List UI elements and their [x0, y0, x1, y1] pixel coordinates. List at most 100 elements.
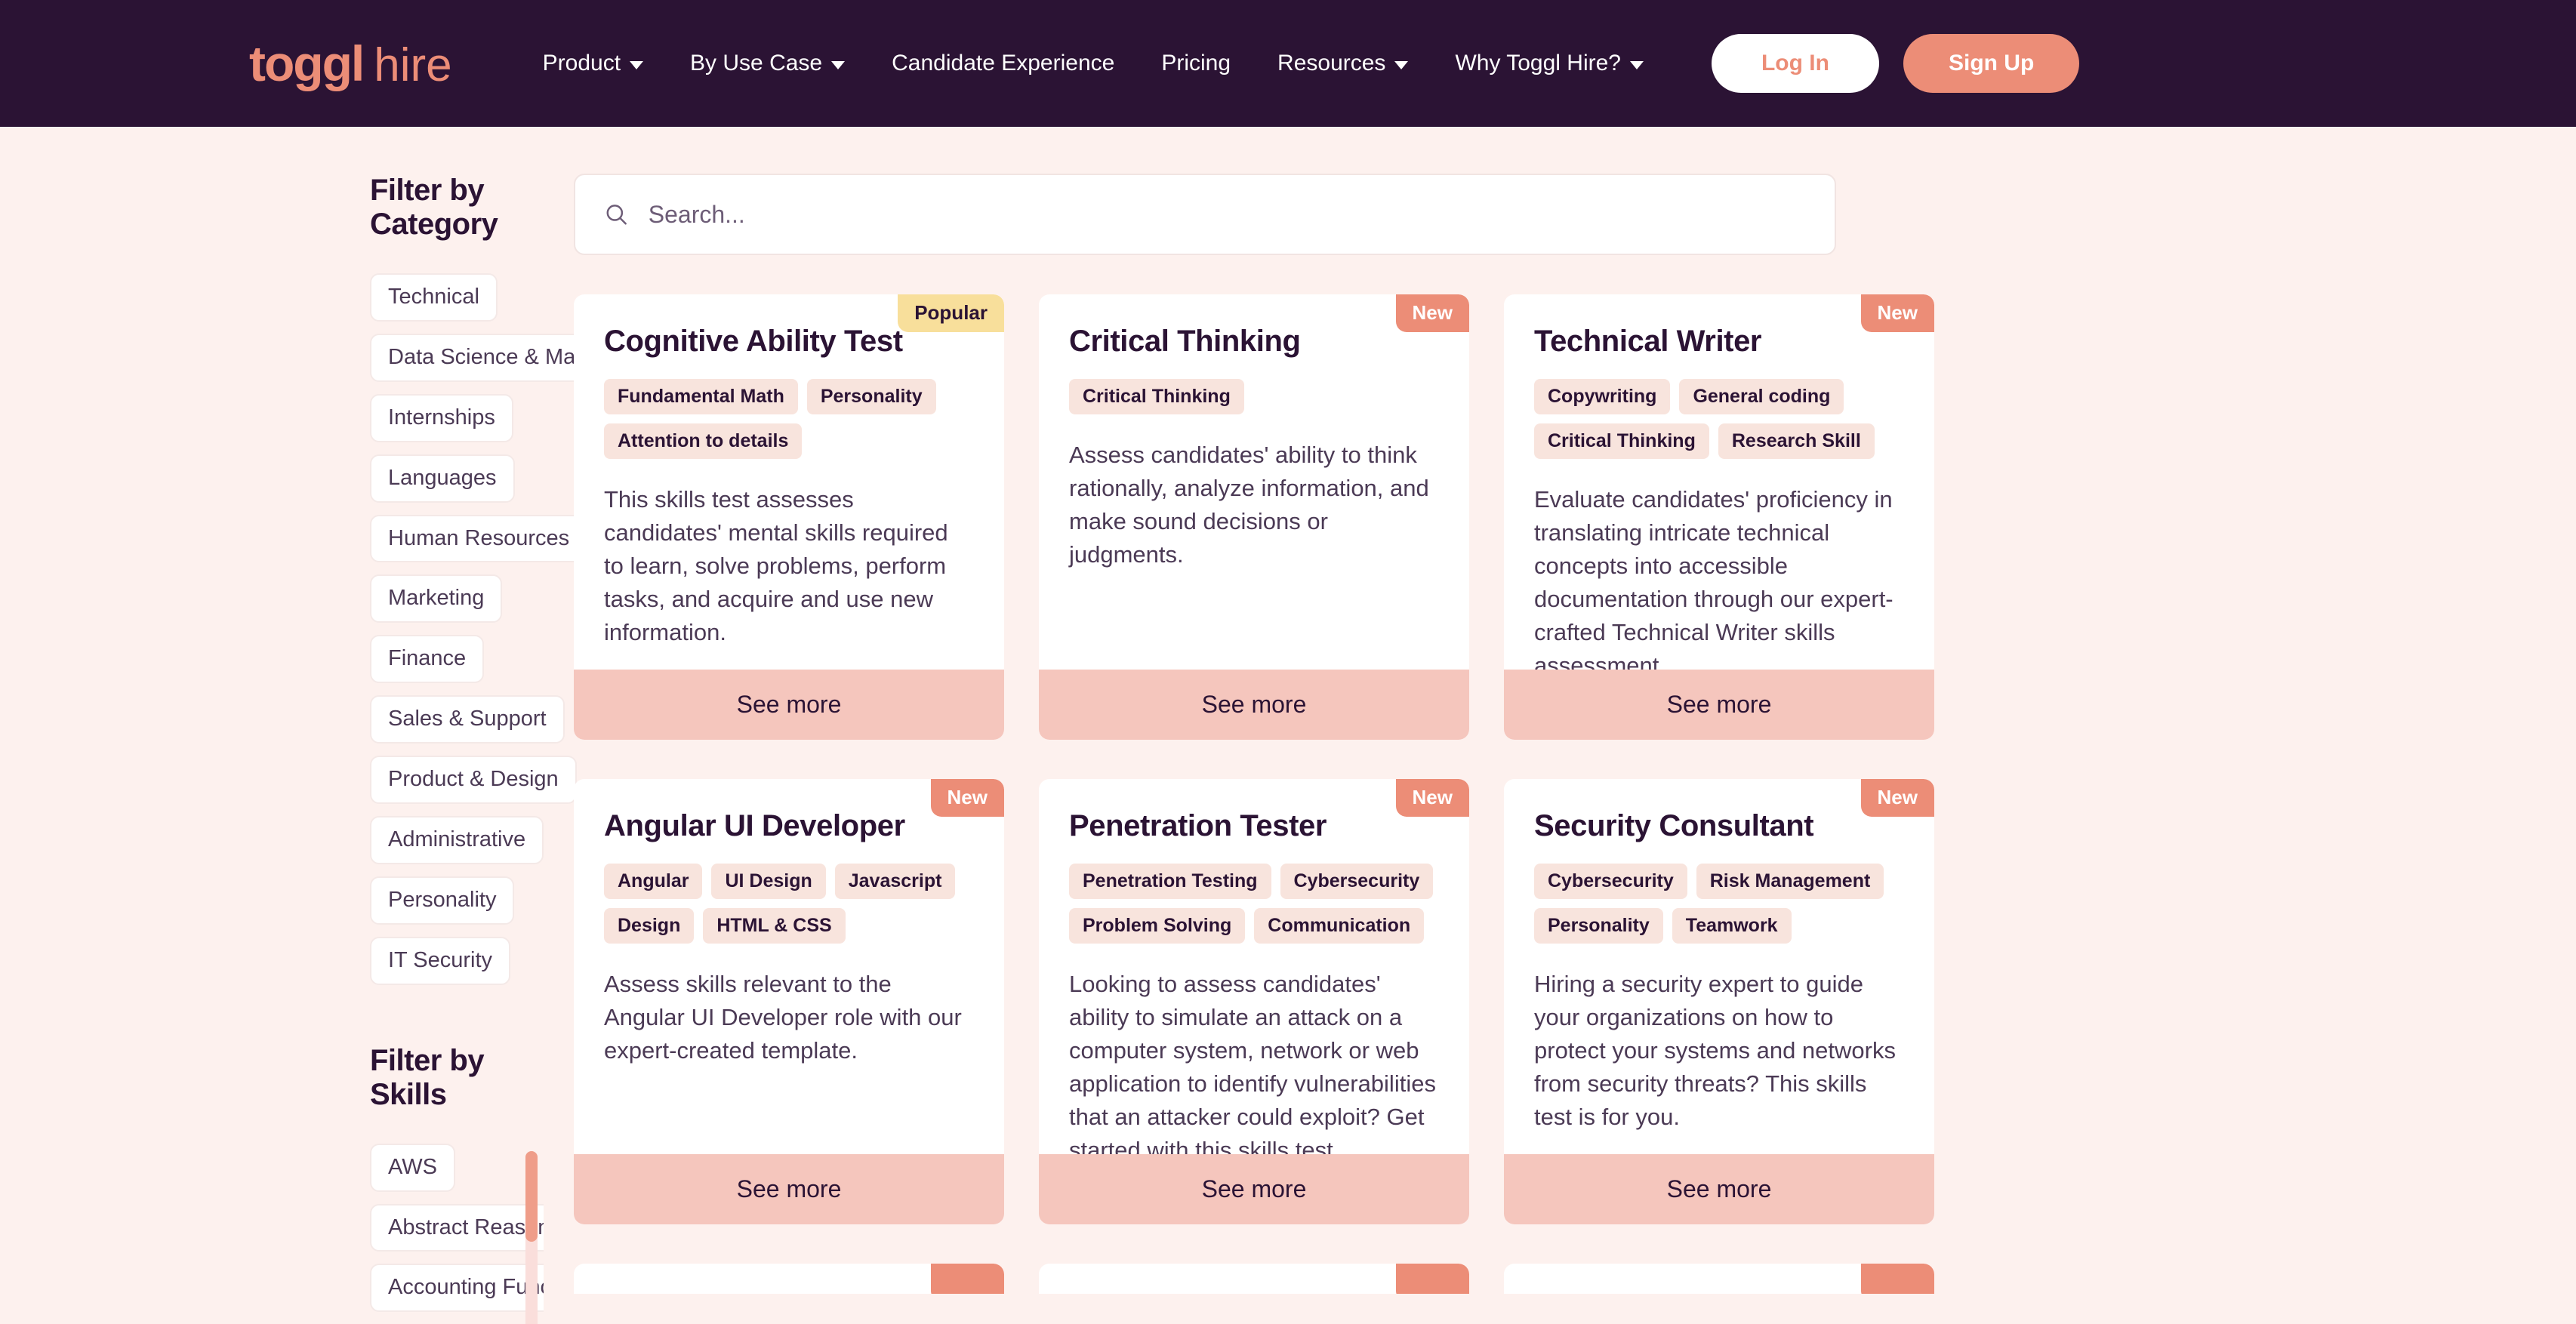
search-input[interactable] [648, 200, 1806, 229]
test-card[interactable]: New Critical Thinking Critical Thinking Ass… [1039, 294, 1469, 740]
filters-sidebar: Filter by Category Technical Data Science… [0, 174, 738, 1324]
test-card[interactable]: New [1039, 1264, 1469, 1294]
see-more-button[interactable]: See more [1504, 670, 1934, 740]
test-card[interactable]: New Security Consultant Cybersecurity Risk … [1504, 779, 1934, 1224]
chevron-down-icon [1394, 61, 1409, 69]
skill-tag: Communication [1254, 907, 1425, 944]
see-more-button[interactable]: See more [1504, 1154, 1934, 1224]
skills-scroll-area[interactable]: AWS Abstract Reasoning Accounting Function… [370, 1143, 544, 1324]
chevron-down-icon [630, 61, 644, 69]
see-more-button[interactable]: See more [574, 1154, 1004, 1224]
see-more-button[interactable]: See more [1039, 670, 1469, 740]
log-in-button[interactable]: Log In [1711, 34, 1879, 93]
skills-scrollbar-thumb[interactable] [525, 1150, 538, 1242]
search-bar[interactable] [574, 174, 1836, 255]
nav-item-why-toggl-hire[interactable]: Why Toggl Hire? [1455, 51, 1644, 76]
test-card[interactable]: Popular Cognitive Ability Test Fundamental… [574, 294, 1004, 740]
nav-item-label: By Use Case [690, 51, 823, 75]
category-filter-internships[interactable]: Internships [370, 393, 513, 442]
nav-item-resources[interactable]: Resources [1277, 51, 1409, 76]
main-navigation: Product By Use Case Candidate Experience Pr… [543, 51, 1644, 76]
skill-tag: Critical Thinking [1534, 423, 1709, 459]
status-badge: New [930, 779, 1004, 817]
skill-tag: HTML & CSS [703, 907, 846, 944]
skill-tag: Research Skill [1718, 423, 1875, 459]
skills-chip-list: AWS Abstract Reasoning Accounting Function… [370, 1143, 544, 1324]
test-card[interactable]: New Angular UI Developer Angular UI Design J… [574, 779, 1004, 1224]
chevron-down-icon [1629, 61, 1644, 69]
skill-tag: Problem Solving [1069, 907, 1246, 944]
category-filter-marketing[interactable]: Marketing [370, 574, 503, 624]
test-card-grid-next-row: New New New [574, 1264, 1934, 1294]
category-filter-languages[interactable]: Languages [370, 454, 515, 503]
category-filter-personality[interactable]: Personality [370, 876, 515, 925]
skill-tag: Cybersecurity [1534, 864, 1687, 899]
nav-item-label: Product [542, 51, 621, 75]
category-filter-product-design[interactable]: Product & Design [370, 756, 577, 805]
test-card[interactable]: New [574, 1264, 1004, 1294]
test-card-description: Assess skills relevant to the Angular UI… [604, 970, 962, 1064]
skill-tag: Copywriting [1534, 379, 1671, 414]
test-card-body: Angular UI Developer Angular UI Design Java… [574, 779, 1004, 1154]
skill-tag: Design [604, 907, 695, 944]
test-card-body: Critical Thinking Critical Thinking Assess… [1039, 294, 1469, 670]
test-card-description: Hiring a security expert to guide your o… [1534, 970, 1896, 1130]
site-header: toggl hire Product By Use Case Candidate E… [0, 0, 2576, 127]
skills-filter-block: Filter by Skills AWS Abstract Reasoning Ac… [370, 1044, 544, 1324]
nav-item-by-use-case[interactable]: By Use Case [690, 51, 846, 76]
category-filter-it-security[interactable]: IT Security [370, 936, 511, 985]
test-card[interactable]: New Technical Writer Copywriting General co… [1504, 294, 1934, 740]
skill-tag: Penetration Testing [1069, 864, 1271, 899]
test-card-body: Security Consultant Cybersecurity Risk Man… [1504, 779, 1934, 1154]
test-card-description: This skills test assesses candidates' me… [604, 485, 948, 645]
nav-item-pricing[interactable]: Pricing [1161, 51, 1231, 76]
test-card-tag-list: Penetration Testing Cybersecurity Problem … [1069, 864, 1439, 944]
status-badge: Popular [898, 294, 1004, 332]
skill-tag: Angular [604, 864, 703, 899]
page-content: Filter by Category Technical Data Science… [0, 127, 2576, 1324]
category-chip-list: Technical Data Science & Machine Learning… [370, 273, 738, 985]
test-card[interactable]: New [1504, 1264, 1934, 1294]
test-card-grid: Popular Cognitive Ability Test Fundamental… [574, 294, 1934, 1224]
tests-main-area: PopularCognitive Ability Test Fundamental… [574, 174, 2576, 1324]
filter-by-skills-title: Filter by Skills [370, 1043, 485, 1111]
status-badge: New [1860, 779, 1934, 817]
test-card-title: Critical Thinking [1069, 325, 1301, 358]
search-icon [606, 205, 627, 225]
test-card-description: Assess candidates' ability to think rati… [1069, 441, 1429, 568]
category-filter-technical[interactable]: Technical [370, 273, 498, 322]
test-card-tag-list: Copywriting General coding Critical Thinki… [1534, 379, 1904, 459]
skill-filter-abstract-reasoning[interactable]: Abstract Reasoning [370, 1203, 544, 1252]
skill-tag: Javascript [834, 864, 956, 899]
status-badge: New [1860, 1264, 1934, 1294]
category-filter-administrative[interactable]: Administrative [370, 816, 544, 864]
test-card-title: Security Consultant [1534, 809, 1814, 842]
test-card-title: Penetration Tester [1069, 809, 1327, 842]
category-filter-human-resources[interactable]: Human Resources [370, 514, 588, 563]
test-card-description: Evaluate candidates' proficiency in tran… [1534, 485, 1893, 670]
toggl-hire-logo[interactable]: toggl hire [249, 38, 452, 89]
skill-filter-aws[interactable]: AWS [370, 1143, 455, 1192]
category-filter-finance[interactable]: Finance [370, 635, 485, 684]
test-card-body: Penetration Tester Penetration Testing Cyb… [1039, 779, 1469, 1154]
nav-item-label: Candidate Experience [892, 51, 1115, 75]
skill-tag: Cybersecurity [1280, 864, 1434, 899]
skill-tag: Personality [806, 379, 936, 414]
test-card-body: Technical Writer Copywriting General codin… [1504, 294, 1934, 670]
filter-by-category-title: Filter by Category [370, 174, 498, 241]
see-more-button[interactable]: See more [1039, 1154, 1469, 1224]
category-filter-sales-support[interactable]: Sales & Support [370, 695, 565, 744]
sign-up-button[interactable]: Sign Up [1903, 34, 2080, 93]
skill-tag: Fundamental Math [604, 379, 798, 414]
skill-tag: Teamwork [1672, 907, 1792, 944]
nav-item-product[interactable]: Product [542, 51, 644, 76]
status-badge: New [1860, 294, 1934, 332]
skill-tag: Risk Management [1696, 864, 1884, 899]
skill-filter-accounting-functions-and-operations[interactable]: Accounting Functions and Operations [370, 1264, 544, 1313]
test-card[interactable]: New Penetration Tester Penetration Testing… [1039, 779, 1469, 1224]
nav-item-label: Resources [1277, 51, 1386, 75]
test-card-tag-list: Angular UI Design Javascript Design HTML & C… [604, 864, 974, 944]
nav-item-candidate-experience[interactable]: Candidate Experience [892, 51, 1114, 76]
skill-tag: Critical Thinking [1069, 379, 1244, 414]
see-more-button[interactable]: See more [574, 670, 1004, 740]
